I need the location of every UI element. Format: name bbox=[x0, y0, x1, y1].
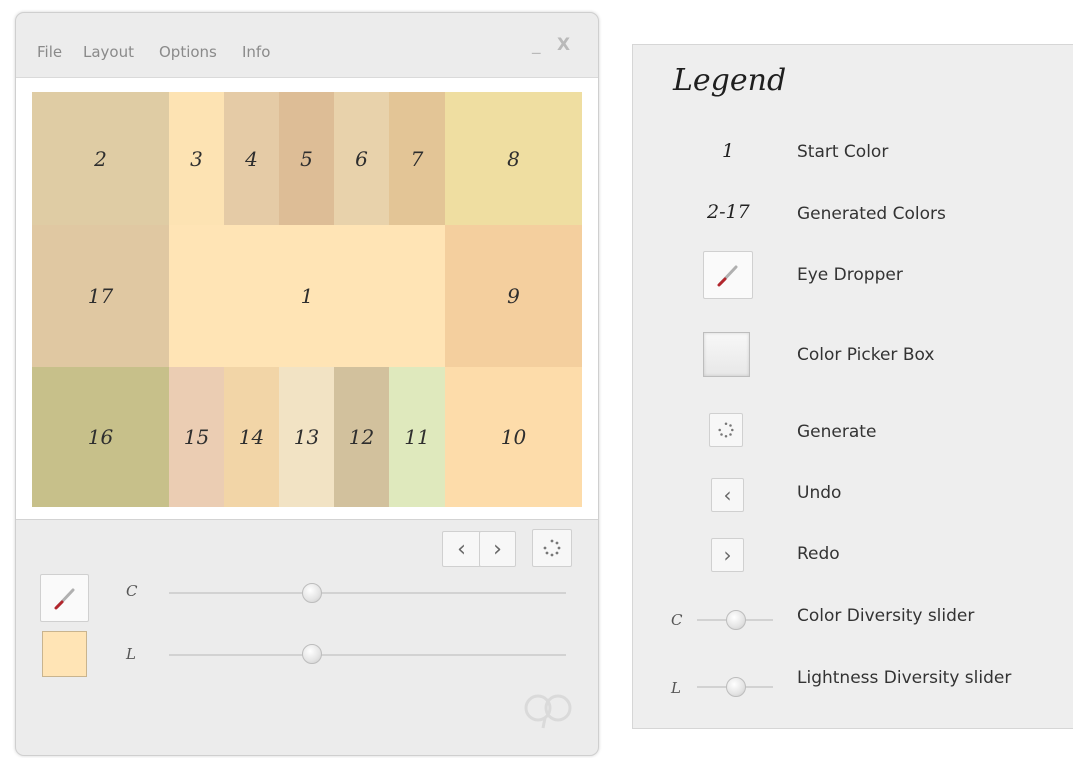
color-swatch-8[interactable]: 8 bbox=[445, 92, 582, 225]
legend-undo: ‹ bbox=[711, 478, 744, 512]
color-picker-box-label: Color Picker Box bbox=[797, 345, 935, 365]
color-diversity-label: Color Diversity slider bbox=[797, 606, 975, 626]
app-logo-icon bbox=[524, 694, 572, 729]
legend-panel: Legend 1 Start Color 2-17 Generated Colo… bbox=[632, 44, 1073, 729]
legend-l-thumb bbox=[726, 677, 746, 697]
legend-color-picker-box bbox=[703, 332, 750, 377]
color-swatch-11[interactable]: 11 bbox=[389, 367, 445, 507]
color-swatch-9[interactable]: 9 bbox=[445, 225, 582, 367]
color-swatch-14[interactable]: 14 bbox=[224, 367, 279, 507]
color-swatch-13[interactable]: 13 bbox=[279, 367, 334, 507]
spinner-icon bbox=[543, 539, 561, 557]
color-swatch-16[interactable]: 16 bbox=[32, 367, 169, 507]
c-slider-thumb[interactable] bbox=[301, 583, 322, 603]
color-swatch-17[interactable]: 17 bbox=[32, 225, 169, 367]
generate-button[interactable] bbox=[532, 529, 572, 567]
color-grid-panel: 2 3 4 5 6 7 8 17 1 9 16 15 14 13 12 11 10 bbox=[16, 78, 598, 520]
l-slider-track[interactable] bbox=[169, 654, 566, 656]
legend-redo: › bbox=[711, 538, 744, 572]
chevron-right-icon: › bbox=[493, 536, 502, 562]
legend-l-letter: L bbox=[671, 679, 681, 697]
color-swatch-5[interactable]: 5 bbox=[279, 92, 334, 225]
c-slider-track[interactable] bbox=[169, 592, 566, 594]
legend-c-letter: C bbox=[671, 611, 683, 629]
menu-options[interactable]: Options bbox=[159, 43, 217, 61]
chevron-left-icon: ‹ bbox=[457, 536, 466, 562]
menu-info[interactable]: Info bbox=[242, 43, 270, 61]
legend-c-thumb bbox=[726, 610, 746, 630]
redo-button[interactable]: › bbox=[479, 531, 516, 567]
eye-dropper-icon bbox=[54, 588, 74, 610]
menu-bar: File Layout Options Info _ X bbox=[16, 13, 598, 78]
l-slider-thumb[interactable] bbox=[301, 644, 322, 664]
menu-file[interactable]: File bbox=[37, 43, 62, 61]
start-color-number: 1 bbox=[722, 140, 735, 162]
legend-generate bbox=[709, 413, 743, 447]
color-swatch-2[interactable]: 2 bbox=[32, 92, 169, 225]
eye-dropper-label: Eye Dropper bbox=[797, 265, 903, 285]
c-slider-label: C bbox=[126, 582, 138, 600]
generate-label: Generate bbox=[797, 422, 877, 442]
chevron-right-icon: › bbox=[723, 543, 732, 567]
l-slider-label: L bbox=[126, 645, 136, 663]
minimize-button[interactable]: _ bbox=[532, 35, 541, 55]
color-picker-box[interactable] bbox=[42, 631, 87, 677]
color-swatch-15[interactable]: 15 bbox=[169, 367, 224, 507]
chevron-left-icon: ‹ bbox=[723, 483, 732, 507]
color-swatch-7[interactable]: 7 bbox=[389, 92, 445, 225]
generated-colors-label: Generated Colors bbox=[797, 204, 946, 224]
color-swatch-1[interactable]: 1 bbox=[169, 225, 445, 367]
legend-eye-dropper bbox=[703, 251, 753, 299]
menu-layout[interactable]: Layout bbox=[83, 43, 134, 61]
undo-button[interactable]: ‹ bbox=[442, 531, 481, 567]
undo-label: Undo bbox=[797, 483, 842, 503]
color-swatch-6[interactable]: 6 bbox=[334, 92, 389, 225]
color-swatch-3[interactable]: 3 bbox=[169, 92, 224, 225]
color-swatch-10[interactable]: 10 bbox=[445, 367, 582, 507]
close-button[interactable]: X bbox=[557, 35, 570, 55]
color-swatch-4[interactable]: 4 bbox=[224, 92, 279, 225]
color-swatch-12[interactable]: 12 bbox=[334, 367, 389, 507]
generated-colors-number: 2-17 bbox=[707, 201, 750, 223]
start-color-label: Start Color bbox=[797, 142, 889, 162]
eye-dropper-icon bbox=[717, 265, 738, 287]
eye-dropper-button[interactable] bbox=[40, 574, 89, 622]
spinner-icon bbox=[718, 422, 734, 438]
color-generator-window: File Layout Options Info _ X 2 3 4 5 6 7 8 17 1 9… bbox=[15, 12, 599, 756]
redo-label: Redo bbox=[797, 544, 840, 564]
lightness-diversity-label: Lightness Diversity slider bbox=[797, 668, 1012, 688]
legend-title: Legend bbox=[673, 63, 787, 98]
